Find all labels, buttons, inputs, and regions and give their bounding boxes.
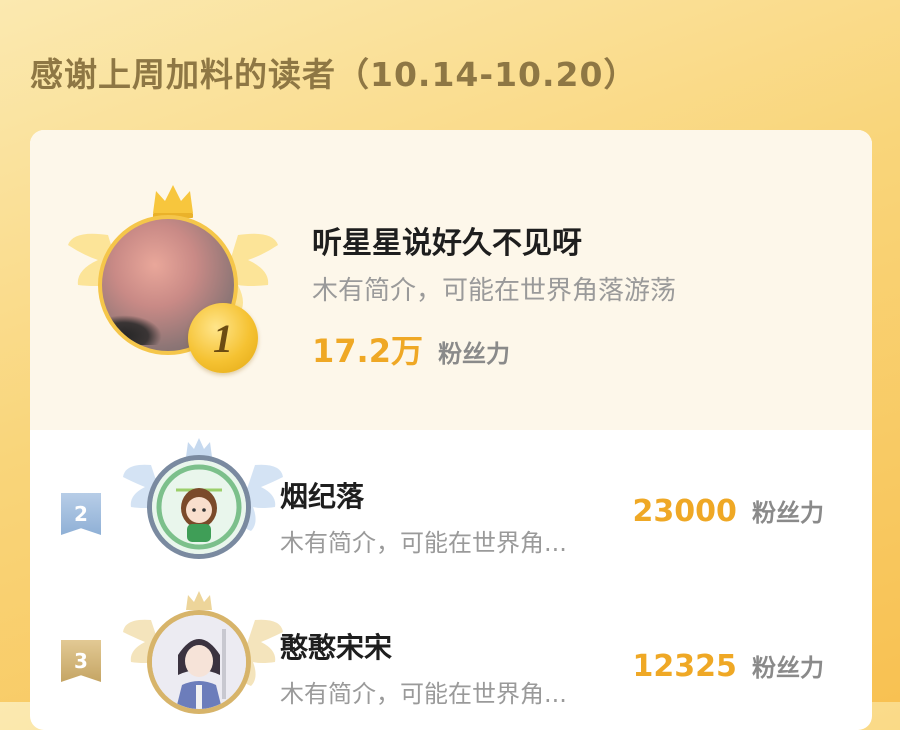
user-bio: 木有简介，可能在世界角... [280, 680, 567, 708]
ribbon-badge-icon: 3 [61, 640, 101, 682]
first-place-fans: 17.2万 粉丝力 [312, 326, 510, 372]
user-name[interactable]: 烟纪落 [280, 475, 364, 515]
first-place-bio: 木有简介，可能在世界角落游荡 [312, 276, 677, 306]
avatar-group [123, 590, 283, 730]
avatar[interactable] [147, 455, 251, 559]
first-place-avatar-group: 1 [68, 185, 278, 385]
fans-value: 12325 粉丝力 [633, 648, 824, 684]
avatar[interactable] [147, 610, 251, 714]
first-place-entry[interactable]: 1 听星星说好久不见呀 木有简介，可能在世界角落游荡 17.2万 粉丝力 [30, 130, 872, 430]
crown-icon [153, 185, 193, 218]
fans-value: 23000 粉丝力 [633, 493, 824, 529]
leaderboard-row-3[interactable]: 3 憨憨宋宋 木有简介，可能在世界角... 12325 粉丝力 [30, 590, 872, 730]
rank-number: 3 [74, 649, 88, 673]
rank-number: 2 [74, 502, 88, 526]
avatar-group [123, 435, 283, 585]
first-place-fans-count: 17.2万 [312, 332, 423, 370]
fans-unit-label: 粉丝力 [438, 340, 511, 368]
user-bio: 木有简介，可能在世界角... [280, 529, 567, 557]
fans-count: 23000 [632, 494, 737, 529]
first-place-name[interactable]: 听星星说好久不见呀 [312, 218, 582, 262]
medal-icon: 1 [188, 303, 258, 373]
fans-unit-label: 粉丝力 [752, 499, 824, 527]
page-title: 感谢上周加料的读者（10.14-10.20） [30, 55, 638, 94]
user-name[interactable]: 憨憨宋宋 [280, 626, 392, 666]
avatar-illustration [152, 615, 246, 709]
fans-count: 12325 [632, 649, 737, 684]
avatar-illustration [152, 460, 246, 554]
ribbon-badge-icon: 2 [61, 493, 101, 535]
first-place-rank: 1 [213, 315, 233, 361]
leaderboard-row-2[interactable]: 2 烟纪落 木有简介，可能在世界角... 23000 粉丝力 [30, 435, 872, 595]
avatar-image-tree [108, 315, 162, 345]
leaderboard-card: 1 听星星说好久不见呀 木有简介，可能在世界角落游荡 17.2万 粉丝力 2 烟… [30, 130, 872, 730]
fans-unit-label: 粉丝力 [752, 654, 824, 682]
